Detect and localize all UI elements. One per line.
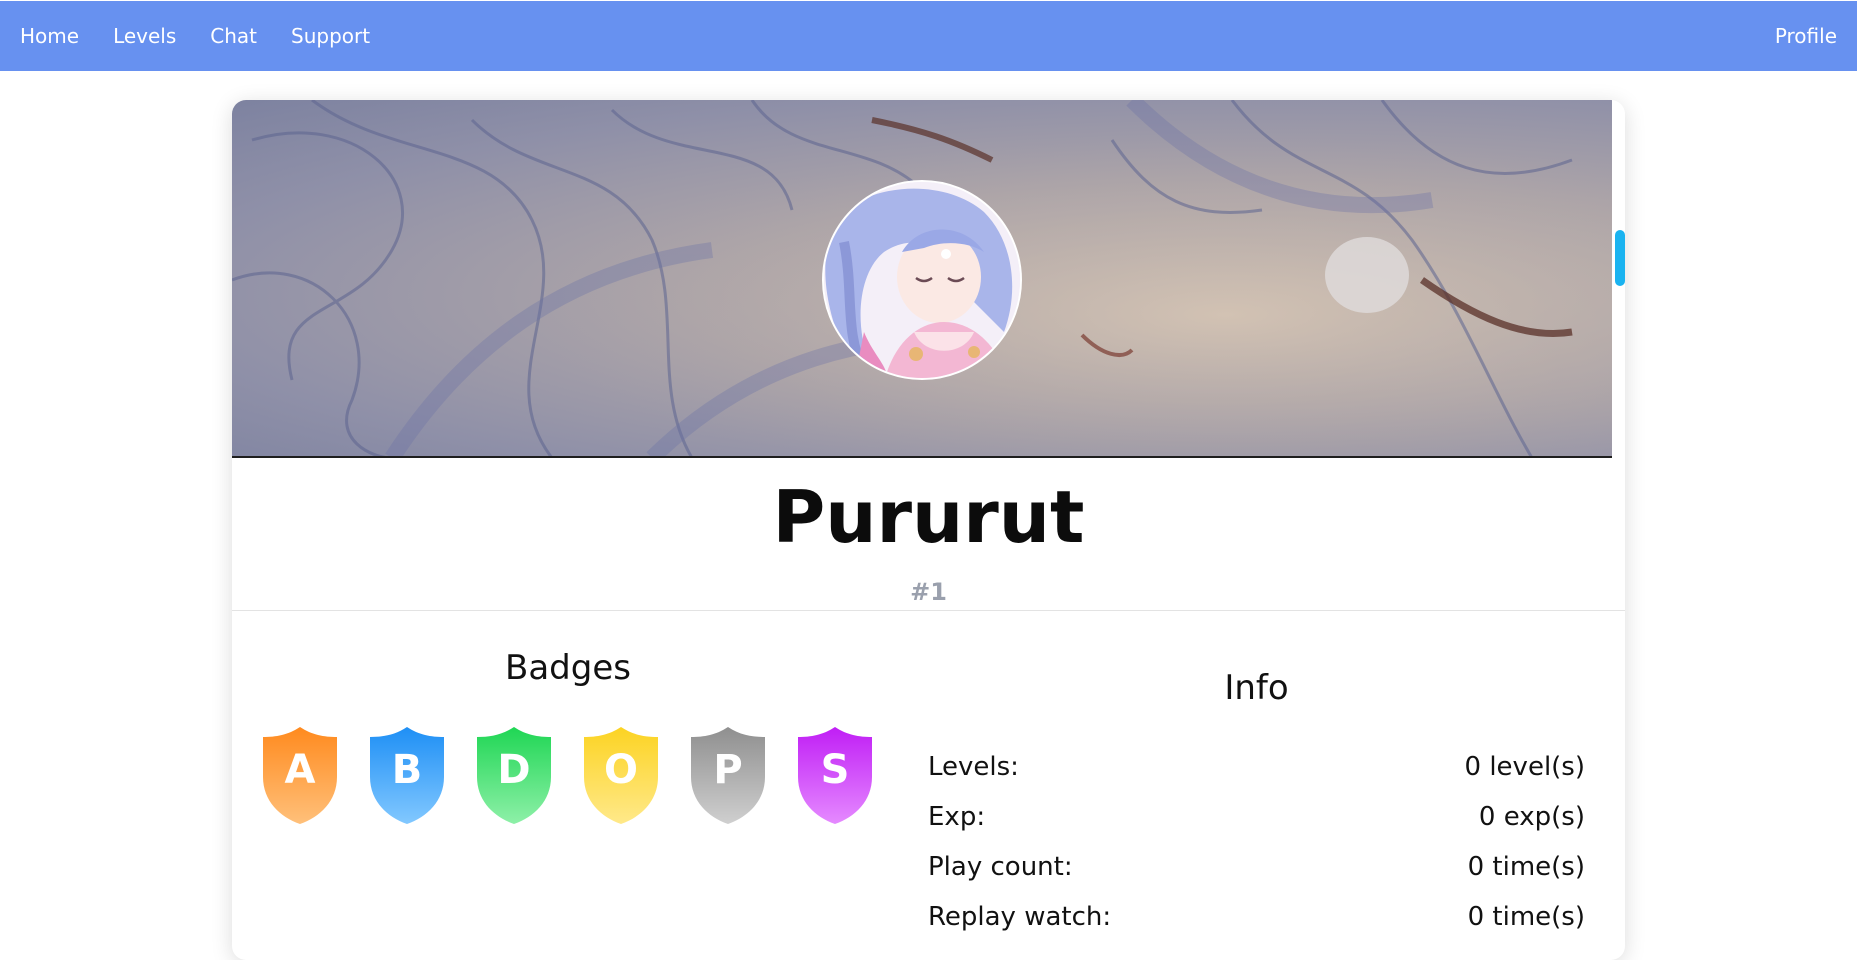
nav-levels-link[interactable]: Levels: [113, 24, 176, 48]
profile-avatar: [822, 180, 1022, 380]
profile-rank: #1: [910, 578, 947, 606]
badge-p[interactable]: P: [690, 725, 766, 825]
info-value: 0 level(s): [1464, 752, 1585, 782]
nav-support-link[interactable]: Support: [291, 24, 370, 48]
nav-links: Home Levels Chat Support: [20, 24, 370, 48]
info-heading: Info: [1224, 668, 1289, 708]
info-row-play-count: Play count: 0 time(s): [928, 852, 1585, 902]
info-list: Levels: 0 level(s) Exp: 0 exp(s) Play co…: [928, 752, 1585, 952]
banner-scrollbar[interactable]: [1615, 230, 1625, 286]
badge-s[interactable]: S: [797, 725, 873, 825]
info-label: Replay watch:: [928, 902, 1112, 932]
top-navbar: Home Levels Chat Support Profile: [0, 1, 1857, 71]
nav-home-link[interactable]: Home: [20, 24, 79, 48]
badge-o[interactable]: O: [583, 725, 659, 825]
info-row-replay-watch: Replay watch: 0 time(s): [928, 902, 1585, 952]
badge-d[interactable]: D: [476, 725, 552, 825]
info-value: 0 time(s): [1467, 852, 1585, 882]
info-label: Play count:: [928, 852, 1073, 882]
badge-letter: O: [603, 747, 638, 793]
info-row-exp: Exp: 0 exp(s): [928, 802, 1585, 852]
nav-chat-link[interactable]: Chat: [210, 24, 257, 48]
info-label: Exp:: [928, 802, 986, 832]
badge-letter: S: [820, 747, 850, 793]
badge-letter: B: [391, 747, 423, 793]
info-row-levels: Levels: 0 level(s): [928, 752, 1585, 802]
badge-a[interactable]: A: [262, 725, 338, 825]
section-divider: [232, 610, 1625, 611]
badges-heading: Badges: [505, 648, 631, 688]
badge-letter: P: [713, 747, 743, 793]
badge-letter: D: [497, 747, 531, 793]
badges-list: A B D O P S: [262, 725, 873, 825]
badge-letter: A: [284, 747, 316, 793]
profile-username: Pururut: [772, 475, 1085, 559]
profile-card: Pururut #1 Badges A B D O P S Info Level…: [232, 100, 1625, 960]
badge-b[interactable]: B: [369, 725, 445, 825]
info-value: 0 time(s): [1467, 902, 1585, 932]
info-value: 0 exp(s): [1478, 802, 1585, 832]
nav-profile-link[interactable]: Profile: [1775, 24, 1837, 48]
info-label: Levels:: [928, 752, 1019, 782]
